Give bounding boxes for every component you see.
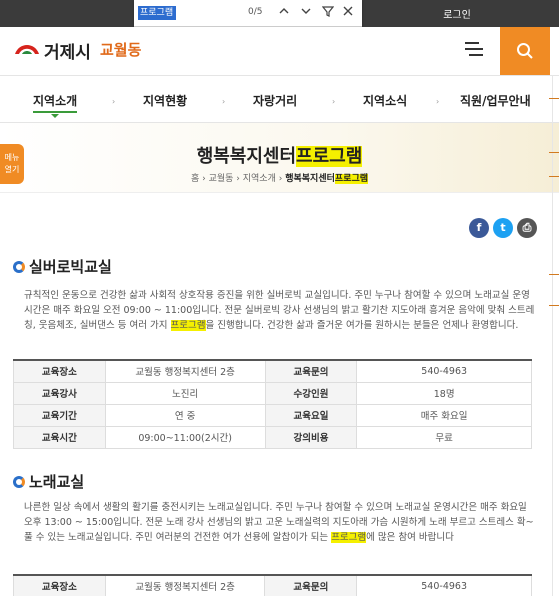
scrollbar-match-marker xyxy=(549,274,559,275)
chevron-right-icon: › xyxy=(332,97,336,106)
nav-item-intro[interactable]: 지역소개 xyxy=(33,92,77,109)
table-row: 교육강사 노진리 수강인원 18명 xyxy=(13,381,532,405)
search-highlight: 프로그램 xyxy=(296,146,363,167)
table-cell: 교월동 행정복지센터 2층 xyxy=(104,574,266,596)
table-cell: 교월동 행정복지센터 2층 xyxy=(104,359,266,383)
table-cell: 540-4963 xyxy=(356,574,532,596)
table-header-cell: 수강인원 xyxy=(264,381,358,405)
search-highlight: 프로그램 xyxy=(334,174,369,184)
facebook-share-button[interactable]: f xyxy=(469,218,489,238)
section-title-text: 노래교실 xyxy=(29,473,85,491)
site-header: 거제시 교월동 xyxy=(0,27,559,75)
description-text: 을 진행합니다. 건강한 삶과 즐거운 여가를 원하시는 분들은 언제나 환영합… xyxy=(205,320,519,331)
scrollbar-match-marker xyxy=(549,176,559,177)
find-in-page-bar: 프로그램 0/5 xyxy=(134,0,362,27)
search-button[interactable] xyxy=(500,27,550,75)
chevron-right-icon: › xyxy=(112,97,116,106)
breadcrumb-home[interactable]: 홈 xyxy=(191,174,199,184)
program-info-table: 교육장소 교월동 행정복지센터 2층 교육문의 540-4963 xyxy=(13,574,532,596)
table-row: 교육장소 교월동 행정복지센터 2층 교육문의 540-4963 xyxy=(13,359,532,383)
section-bullet-icon xyxy=(13,476,25,488)
nav-item-pride[interactable]: 자랑거리 xyxy=(253,92,297,109)
scrollbar-match-marker xyxy=(549,152,559,153)
table-cell: 18명 xyxy=(356,381,532,405)
facebook-icon: f xyxy=(476,221,482,234)
active-nav-indicator xyxy=(33,111,77,113)
nav-item-news[interactable]: 지역소식 xyxy=(363,92,407,109)
breadcrumb-current: 행복복지센터프로그램 xyxy=(285,174,369,184)
print-button[interactable]: ⎙ xyxy=(517,218,537,238)
close-icon[interactable] xyxy=(340,5,356,21)
table-cell: 540-4963 xyxy=(356,359,532,383)
scrollbar-track[interactable] xyxy=(552,75,553,596)
scrollbar-match-marker xyxy=(549,305,559,306)
program-info-table: 교육장소 교월동 행정복지센터 2층 교육문의 540-4963 교육강사 노진… xyxy=(13,359,532,449)
print-icon: ⎙ xyxy=(522,221,532,234)
section-bullet-icon xyxy=(13,261,25,273)
filter-icon[interactable] xyxy=(320,5,336,21)
table-header-cell: 교육장소 xyxy=(13,359,106,383)
search-highlight: 프로그램 xyxy=(331,532,367,543)
section-description: 나른한 일상 속에서 생활의 활기를 충전시키는 노래교실입니다. 주민 누구나… xyxy=(24,500,536,545)
section-title: 노래교실 xyxy=(13,471,84,492)
breadcrumb-item[interactable]: 지역소개 xyxy=(243,174,276,184)
twitter-share-button[interactable]: t xyxy=(493,218,513,238)
table-row: 교육장소 교월동 행정복지센터 2층 교육문의 540-4963 xyxy=(13,574,532,596)
page-title: 행복복지센터프로그램 xyxy=(0,142,559,168)
city-logo-icon[interactable] xyxy=(13,40,41,56)
search-highlight: 프로그램 xyxy=(170,320,206,331)
next-match-icon[interactable] xyxy=(298,5,314,21)
nav-item-status[interactable]: 지역현황 xyxy=(143,92,187,109)
table-header-cell: 강의비용 xyxy=(264,425,358,449)
section-description: 규칙적인 운동으로 건강한 삶과 사회적 상호작용 증진을 위한 실버로빅 교실… xyxy=(24,288,536,333)
table-header-cell: 교육문의 xyxy=(264,574,358,596)
description-text: 나른한 일상 속에서 생활의 활기를 충전시키는 노래교실입니다. 주민 누구나… xyxy=(24,502,534,543)
breadcrumb-current-text: 행복복지센터 xyxy=(285,174,335,184)
table-cell: 무료 xyxy=(356,425,532,449)
login-link[interactable]: 로그인 xyxy=(432,6,482,21)
table-cell: 연 중 xyxy=(104,403,266,427)
search-icon xyxy=(517,43,533,59)
main-nav: 지역소개 › 지역현황 › 자랑거리 › 지역소식 › 직원/업무안내 xyxy=(0,75,559,123)
city-name[interactable]: 거제시 xyxy=(44,38,91,63)
menu-icon[interactable] xyxy=(465,42,483,56)
table-header-cell: 교육장소 xyxy=(13,574,106,596)
chevron-right-icon: › xyxy=(222,97,226,106)
table-header-cell: 교육기간 xyxy=(13,403,106,427)
chevron-right-icon: › xyxy=(436,97,440,106)
active-nav-pointer xyxy=(51,114,59,118)
table-header-cell: 교육요일 xyxy=(264,403,358,427)
table-cell: 노진리 xyxy=(104,381,266,405)
page-hero: 메뉴 열기 행복복지센터프로그램 홈 › 교월동 › 지역소개 › 행복복지센터… xyxy=(0,123,559,193)
find-input[interactable]: 프로그램 xyxy=(138,6,176,20)
table-header-cell: 교육시간 xyxy=(13,425,106,449)
section-title-text: 실버로빅교실 xyxy=(29,258,112,276)
table-header-cell: 교육문의 xyxy=(264,359,358,383)
breadcrumb-item[interactable]: 교월동 xyxy=(209,174,234,184)
page-title-text: 행복복지센터 xyxy=(196,146,297,167)
section-title: 실버로빅교실 xyxy=(13,256,112,277)
dong-name[interactable]: 교월동 xyxy=(100,39,141,60)
breadcrumb: 홈 › 교월동 › 지역소개 › 행복복지센터프로그램 xyxy=(190,174,369,184)
table-row: 교육기간 연 중 교육요일 매주 화요일 xyxy=(13,403,532,427)
previous-match-icon[interactable] xyxy=(276,5,292,21)
twitter-icon: t xyxy=(500,221,506,234)
description-text: 에 많은 참여 바랍니다 xyxy=(366,532,454,543)
table-cell: 매주 화요일 xyxy=(356,403,532,427)
scrollbar-match-marker xyxy=(549,98,559,99)
nav-item-staff[interactable]: 직원/업무안내 xyxy=(460,92,531,109)
find-match-count: 0/5 xyxy=(248,7,263,17)
table-header-cell: 교육강사 xyxy=(13,381,106,405)
table-row: 교육시간 09:00~11:00(2시간) 강의비용 무료 xyxy=(13,425,532,449)
table-cell: 09:00~11:00(2시간) xyxy=(104,425,266,449)
